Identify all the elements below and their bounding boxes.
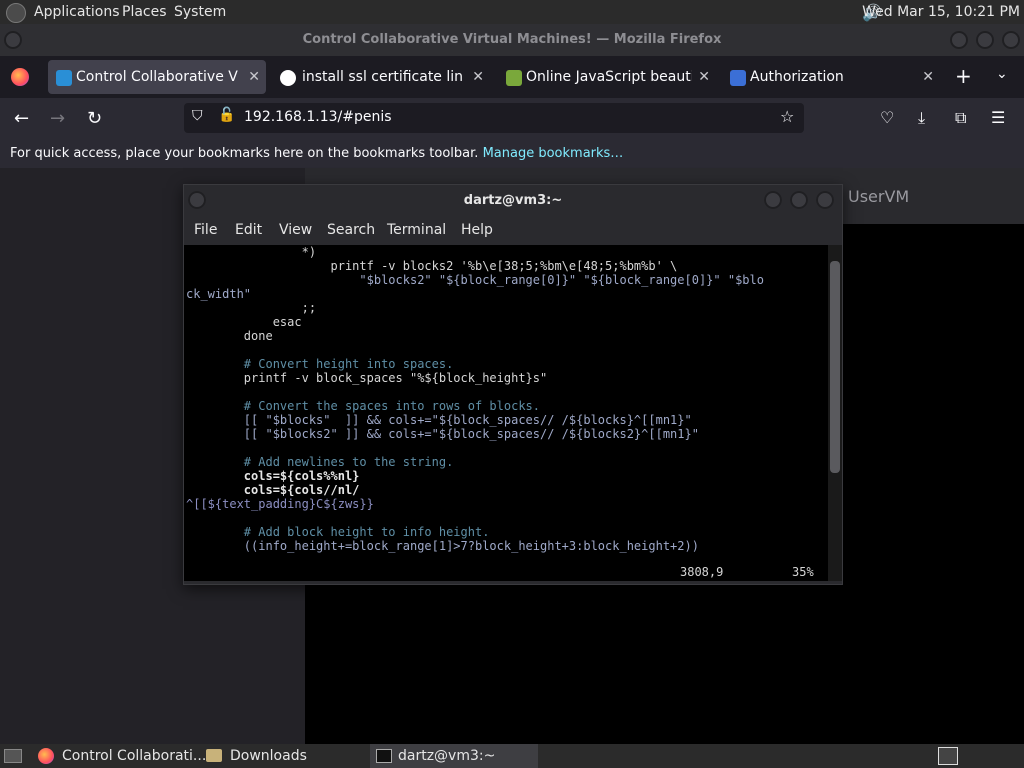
tab-google-search[interactable]: install ssl certificate linux - Google S… (272, 60, 490, 94)
back-icon[interactable]: ← (14, 108, 29, 129)
terminal-line: ((info_height+=block_range[1]>7?block_he… (186, 539, 699, 553)
scroll-percent: 35% (792, 565, 814, 579)
close-window-button[interactable] (1002, 31, 1020, 49)
downloads-icon[interactable]: ⤓ (918, 108, 925, 128)
bookmarks-hint: For quick access, place your bookmarks h… (10, 146, 479, 161)
terminal-icon (376, 749, 392, 763)
cursor-position: 3808,9 (680, 565, 724, 579)
at-sign-icon (730, 70, 746, 86)
terminal-line: ;; (186, 301, 317, 315)
shield-icon[interactable]: ⛉ (192, 108, 203, 124)
terminal-window[interactable]: dartz@vm3:~ File Edit View Search Termin… (183, 184, 843, 585)
terminal-line: esac (186, 315, 302, 329)
terminal-titlebar[interactable]: dartz@vm3:~ (184, 185, 842, 217)
tab-label: Authorization (750, 69, 844, 85)
terminal-window-menu-button[interactable] (188, 191, 206, 209)
close-tab-icon[interactable]: ✕ (922, 60, 934, 94)
monitor-icon (56, 70, 72, 86)
extensions-icon[interactable]: ⧉ (955, 108, 966, 128)
forward-icon[interactable]: → (50, 108, 65, 129)
terminal-menubar: File Edit View Search Terminal Help (184, 217, 842, 245)
firefox-view-icon[interactable] (11, 68, 29, 86)
workspace-switcher-icon[interactable] (938, 747, 958, 765)
maximize-button[interactable] (976, 31, 994, 49)
terminal-line: cols=${cols%%nl} (186, 469, 360, 483)
list-tabs-icon[interactable]: ⌄ (996, 66, 1008, 82)
url-text[interactable]: 192.168.1.13/#penis (244, 109, 392, 125)
taskbar-item-terminal[interactable]: dartz@vm3:~ (370, 744, 538, 768)
terminal-scrollbar-thumb[interactable] (830, 261, 840, 473)
menu-file[interactable]: File (194, 222, 217, 238)
tab-js-beautifier[interactable]: Online JavaScript beautifier ✕ (498, 60, 716, 94)
reload-icon[interactable]: ↻ (87, 108, 102, 129)
pocket-icon[interactable]: ♡ (880, 108, 894, 127)
terminal-title: dartz@vm3:~ (463, 193, 563, 208)
terminal-line: [[ "$blocks" ]] && cols+="${block_spaces… (186, 413, 692, 427)
close-tab-icon[interactable]: ✕ (472, 60, 484, 94)
tab-label: Online JavaScript beautifier (526, 69, 692, 85)
bookmarks-toolbar: For quick access, place your bookmarks h… (0, 140, 1024, 168)
tab-label: install ssl certificate linux - Google S… (302, 69, 462, 85)
show-desktop-icon[interactable] (4, 749, 22, 763)
taskbar-item-downloads[interactable]: Downloads (202, 744, 368, 768)
terminal-line: *) (186, 245, 317, 259)
window-menu-button[interactable] (4, 31, 22, 49)
taskbar-label: dartz@vm3:~ (398, 748, 496, 764)
tab-strip: Control Collaborative Virtual Machines! … (0, 56, 1024, 98)
minimize-button[interactable] (950, 31, 968, 49)
places-menu[interactable]: Places (122, 4, 167, 20)
tab-authorization[interactable]: Authorization ✕ (722, 60, 940, 94)
terminal-line: cols=${cols//nl/ (186, 483, 360, 497)
close-tab-icon[interactable]: ✕ (248, 60, 260, 94)
clock[interactable]: Wed Mar 15, 10:21 PM (862, 4, 1020, 20)
terminal-line: [[ "$blocks2" ]] && cols+="${block_space… (186, 427, 699, 441)
insecure-lock-icon[interactable]: 🔓 (218, 107, 235, 123)
tab-label: Control Collaborative Virtual Machines! (76, 69, 238, 85)
tab-control-collaborative[interactable]: Control Collaborative Virtual Machines! … (48, 60, 266, 94)
terminal-line: "$blocks2" "${block_range[0]}" "${block_… (186, 273, 764, 287)
terminal-minimize-button[interactable] (764, 191, 782, 209)
firefox-titlebar: Control Collaborative Virtual Machines! … (0, 24, 1024, 56)
menu-view[interactable]: View (279, 222, 312, 238)
terminal-line: ck_width" (186, 287, 252, 301)
gnome-foot-icon[interactable] (6, 3, 26, 23)
terminal-line: # Add block height to info height. (186, 525, 490, 539)
close-tab-icon[interactable]: ✕ (698, 60, 710, 94)
applications-menu[interactable]: Applications (34, 4, 120, 20)
manage-bookmarks-link[interactable]: Manage bookmarks… (483, 146, 624, 161)
url-bar[interactable]: ⛉ 🔓 192.168.1.13/#penis ☆ (184, 103, 804, 133)
system-menu[interactable]: System (174, 4, 226, 20)
firefox-icon (38, 748, 54, 764)
terminal-line: # Add newlines to the string. (186, 455, 454, 469)
menu-edit[interactable]: Edit (235, 222, 262, 238)
terminal-line: done (186, 329, 273, 343)
terminal-maximize-button[interactable] (790, 191, 808, 209)
taskbar-item-firefox[interactable]: Control Collaborati... (32, 744, 206, 768)
taskbar-label: Downloads (230, 748, 307, 764)
menu-terminal[interactable]: Terminal (387, 222, 446, 238)
terminal-output[interactable]: *) printf -v blocks2 '%b\e[38;5;%bm\e[48… (184, 245, 828, 581)
menu-search[interactable]: Search (327, 222, 375, 238)
terminal-line: printf -v block_spaces "%${block_height}… (186, 371, 548, 385)
google-icon (280, 70, 296, 86)
folder-icon (206, 749, 222, 762)
uservm-label: UserVM (848, 187, 910, 206)
terminal-line: # Convert height into spaces. (186, 357, 454, 371)
window-title: Control Collaborative Virtual Machines! … (302, 32, 722, 47)
menu-help[interactable]: Help (461, 222, 493, 238)
bookmark-star-icon[interactable]: ☆ (780, 107, 794, 126)
beautifier-icon (506, 70, 522, 86)
new-tab-icon[interactable]: + (955, 64, 972, 88)
terminal-line: ^[[${text_padding}C${zws}} (186, 497, 374, 511)
taskbar-label: Control Collaborati... (62, 748, 207, 764)
terminal-line: printf -v blocks2 '%b\e[38;5;%bm\e[48;5;… (186, 259, 678, 273)
menu-icon[interactable]: ☰ (991, 108, 1005, 127)
terminal-line: # Convert the spaces into rows of blocks… (186, 399, 541, 413)
top-panel: Applications Places System 🔊 Wed Mar 15,… (0, 0, 1024, 24)
bottom-taskbar: Control Collaborati... Downloads dartz@v… (0, 744, 1024, 768)
terminal-close-button[interactable] (816, 191, 834, 209)
